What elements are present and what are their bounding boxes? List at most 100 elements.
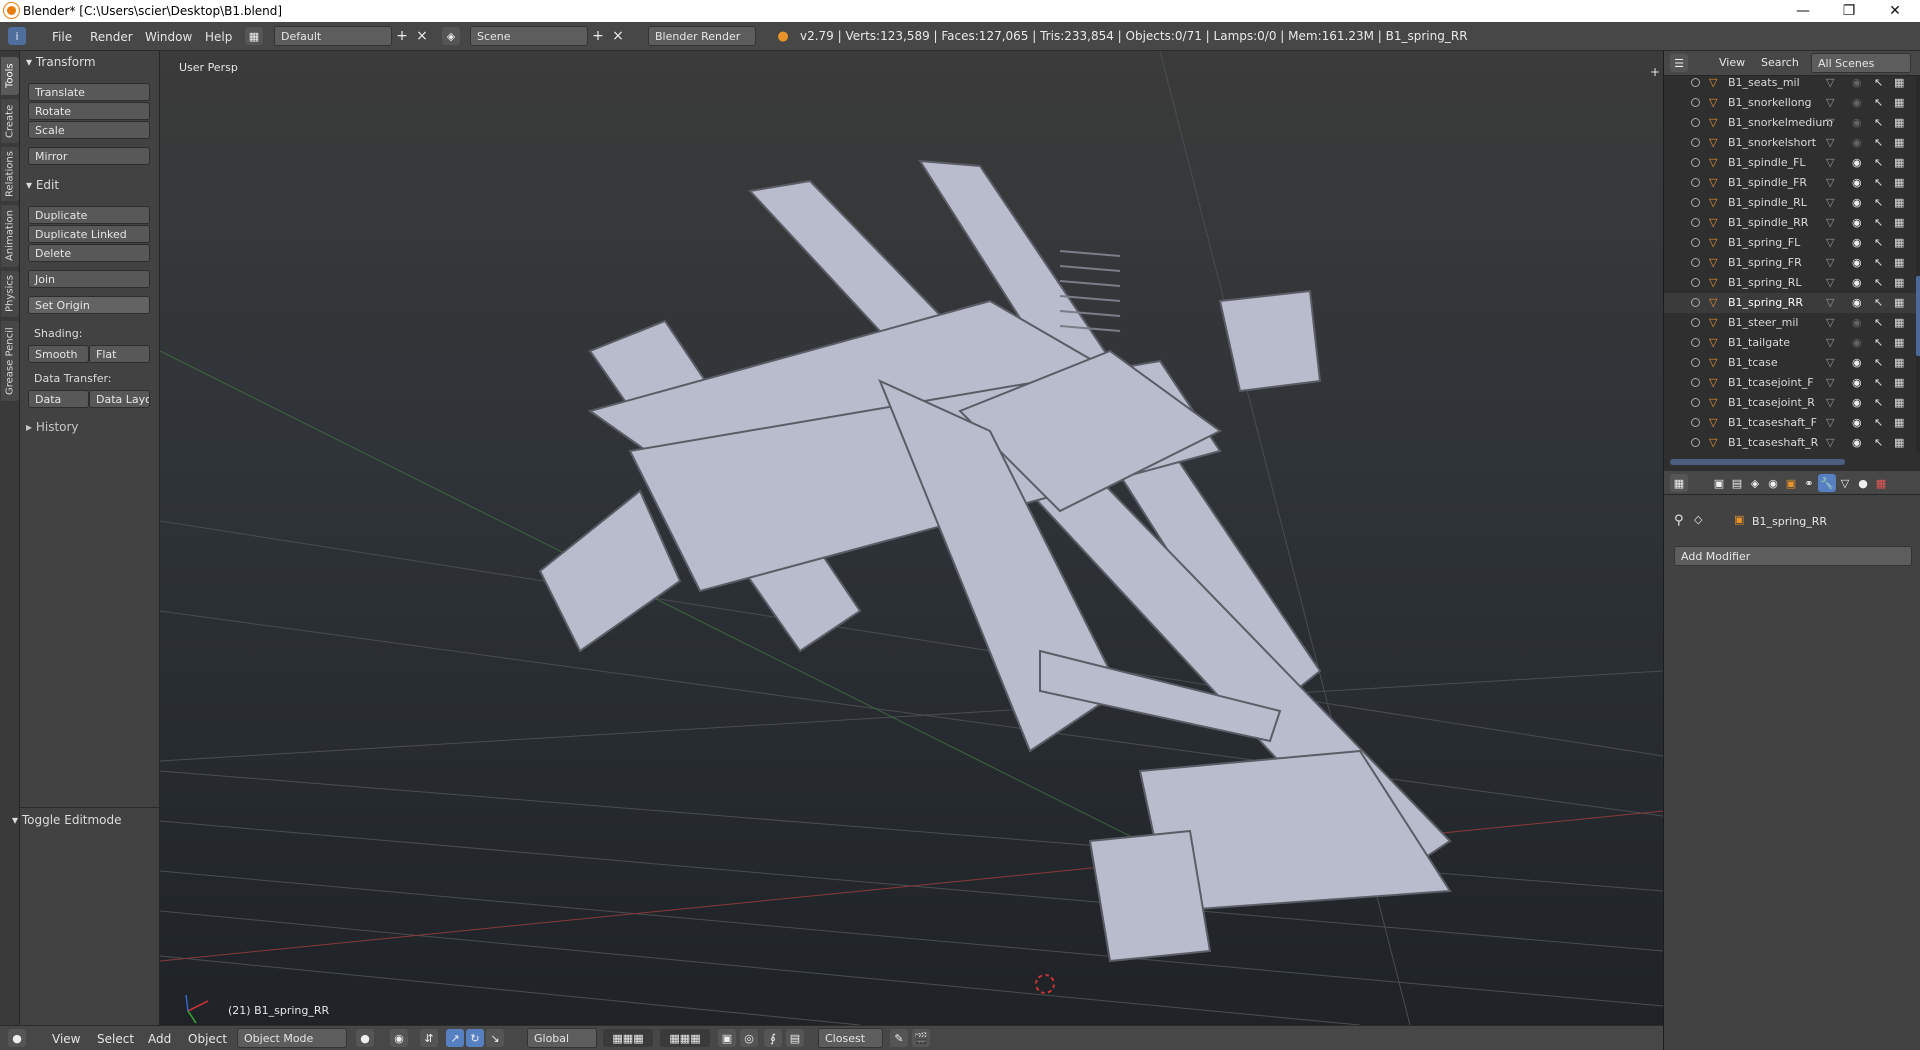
selectability-arrow-icon[interactable]: ↖ [1874, 116, 1883, 129]
scale-manipulator-icon[interactable]: ↘ [486, 1029, 504, 1047]
rotate-manipulator-icon[interactable]: ↻ [466, 1029, 484, 1047]
pin-icon[interactable]: ⚲ [1674, 513, 1684, 528]
visibility-eye-icon[interactable]: ◉ [1852, 356, 1862, 369]
outliner-item[interactable]: ▽ B1_spring_RR ▽ ◉ ↖ ▦ [1664, 293, 1916, 313]
renderability-camera-icon[interactable]: ▦ [1894, 196, 1904, 209]
outliner-hscrollbar[interactable] [1670, 459, 1845, 465]
selectability-arrow-icon[interactable]: ↖ [1874, 196, 1883, 209]
transform-orientation-select[interactable]: Global [527, 1028, 597, 1048]
visibility-eye-icon[interactable]: ◉ [1852, 196, 1862, 209]
restrict-dot-icon[interactable] [1691, 258, 1700, 267]
visibility-eye-icon[interactable]: ◉ [1852, 436, 1862, 449]
selectability-arrow-icon[interactable]: ↖ [1874, 436, 1883, 449]
menu-select[interactable]: Select [97, 1032, 134, 1046]
renderability-camera-icon[interactable]: ▦ [1894, 296, 1904, 309]
tab-tools[interactable]: Tools [1, 57, 19, 95]
renderability-camera-icon[interactable]: ▦ [1894, 156, 1904, 169]
translate-button[interactable]: Translate [28, 83, 150, 101]
transform-panel-header[interactable]: ▾ Transform [26, 55, 96, 69]
translate-manipulator-icon[interactable]: ↗ [446, 1029, 464, 1047]
outliner-item-label[interactable]: B1_spindle_RR [1728, 216, 1808, 229]
restrict-dot-icon[interactable] [1691, 338, 1700, 347]
outliner-item[interactable]: ▽ B1_tcaseshaft_R ▽ ◉ ↖ ▦ [1664, 433, 1916, 453]
visibility-eye-icon[interactable]: ◉ [1852, 76, 1862, 89]
data-transfer-button[interactable]: Data [28, 390, 89, 408]
manipulator-icon[interactable]: ⇵ [420, 1029, 438, 1047]
selectability-arrow-icon[interactable]: ↖ [1874, 236, 1883, 249]
tab-create[interactable]: Create [1, 99, 19, 143]
outliner-item-label[interactable]: B1_tcaseshaft_F [1728, 416, 1817, 429]
duplicate-button[interactable]: Duplicate [28, 206, 150, 224]
selectability-arrow-icon[interactable]: ↖ [1874, 136, 1883, 149]
outliner-item-label[interactable]: B1_snorkellong [1728, 96, 1812, 109]
outliner-item[interactable]: ▽ B1_spring_RL ▽ ◉ ↖ ▦ [1664, 273, 1916, 293]
mode-select[interactable]: Object Mode [237, 1028, 347, 1048]
visibility-eye-icon[interactable]: ◉ [1852, 276, 1862, 289]
renderability-camera-icon[interactable]: ▦ [1894, 176, 1904, 189]
visibility-eye-icon[interactable]: ◉ [1852, 256, 1862, 269]
outliner-item[interactable]: ▽B1_tire_FL▽◉↖▦ [1664, 453, 1916, 454]
scene-tab-icon[interactable]: ◈ [1746, 474, 1764, 492]
outliner-item-label[interactable]: B1_spring_RR [1728, 296, 1803, 309]
snap-target-select[interactable]: Closest [818, 1028, 883, 1048]
outliner-item[interactable]: ▽ B1_tcasejoint_F ▽ ◉ ↖ ▦ [1664, 373, 1916, 393]
selectability-arrow-icon[interactable]: ↖ [1874, 376, 1883, 389]
edit-panel-header[interactable]: ▾ Edit [26, 178, 59, 192]
selectability-arrow-icon[interactable]: ↖ [1874, 256, 1883, 269]
outliner-item[interactable]: ▽ B1_spring_FR ▽ ◉ ↖ ▦ [1664, 253, 1916, 273]
visibility-eye-icon[interactable]: ◉ [1852, 236, 1862, 249]
outliner-item[interactable]: ▽ B1_steer_mil ▽ ◉ ↖ ▦ [1664, 313, 1916, 333]
outliner-item-label[interactable]: B1_snorkelmedium [1728, 116, 1833, 129]
3d-viewport[interactable]: User Persp (21) B1_spring_RR + [160, 51, 1663, 1025]
outliner-item-label[interactable]: B1_spring_RL [1728, 276, 1802, 289]
renderability-camera-icon[interactable]: ▦ [1894, 96, 1904, 109]
outliner-item-label[interactable]: B1_tcaseshaft_R [1728, 436, 1818, 449]
outliner-item-label[interactable]: B1_tcase [1728, 356, 1778, 369]
proportional-edit-icon[interactable]: ◎ [740, 1029, 758, 1047]
outliner-item[interactable]: ▽ B1_spindle_RR ▽ ◉ ↖ ▦ [1664, 213, 1916, 233]
outliner-item[interactable]: ▽ B1_tcasejoint_R ▽ ◉ ↖ ▦ [1664, 393, 1916, 413]
delete-button[interactable]: Delete [28, 244, 150, 262]
restrict-dot-icon[interactable] [1691, 398, 1700, 407]
screen-layout-icon[interactable]: ▦ [245, 27, 263, 45]
texture-tab-icon[interactable]: ▦ [1872, 474, 1890, 492]
outliner-item[interactable]: ▽ B1_snorkelshort ▽ ◉ ↖ ▦ [1664, 133, 1916, 153]
visibility-eye-icon[interactable]: ◉ [1852, 136, 1862, 149]
renderability-camera-icon[interactable]: ▦ [1894, 356, 1904, 369]
menu-render[interactable]: Render [90, 30, 133, 44]
outliner-scroll-thumb[interactable] [1916, 276, 1920, 356]
restrict-dot-icon[interactable] [1691, 78, 1700, 87]
minimize-icon[interactable]: — [1780, 0, 1826, 22]
selectability-arrow-icon[interactable]: ↖ [1874, 296, 1883, 309]
renderability-camera-icon[interactable]: ▦ [1894, 76, 1904, 89]
visibility-eye-icon[interactable]: ◉ [1852, 96, 1862, 109]
renderability-camera-icon[interactable]: ▦ [1894, 136, 1904, 149]
smooth-button[interactable]: Smooth [28, 345, 89, 363]
scale-button[interactable]: Scale [28, 121, 150, 139]
selectability-arrow-icon[interactable]: ↖ [1874, 176, 1883, 189]
renderability-camera-icon[interactable]: ▦ [1894, 376, 1904, 389]
snap-element-icon[interactable]: ▤ [786, 1029, 804, 1047]
outliner-item-label[interactable]: B1_snorkelshort [1728, 136, 1816, 149]
set-origin-dropdown[interactable]: Set Origin [28, 296, 150, 314]
selectability-arrow-icon[interactable]: ↖ [1874, 76, 1883, 89]
scene-field[interactable]: Scene [470, 26, 588, 46]
visibility-eye-icon[interactable]: ◉ [1852, 116, 1862, 129]
renderability-camera-icon[interactable]: ▦ [1894, 436, 1904, 449]
selectability-arrow-icon[interactable]: ↖ [1874, 336, 1883, 349]
restrict-dot-icon[interactable] [1691, 98, 1700, 107]
visibility-eye-icon[interactable]: ◉ [1852, 396, 1862, 409]
selectability-arrow-icon[interactable]: ↖ [1874, 96, 1883, 109]
viewport-shading-icon[interactable]: ● [356, 1029, 374, 1047]
selectability-arrow-icon[interactable]: ↖ [1874, 416, 1883, 429]
selectability-arrow-icon[interactable]: ↖ [1874, 356, 1883, 369]
menu-object[interactable]: Object [188, 1032, 227, 1046]
layers-grid-2-icon[interactable]: ▦▦▦ [660, 1029, 710, 1047]
menu-help[interactable]: Help [205, 30, 232, 44]
outliner-editor-icon[interactable]: ☰ [1670, 54, 1688, 72]
visibility-eye-icon[interactable]: ◉ [1852, 156, 1862, 169]
viewport-editor-icon[interactable]: ● [8, 1029, 26, 1047]
tab-grease-pencil[interactable]: Grease Pencil [1, 321, 19, 401]
render-layers-tab-icon[interactable]: ▤ [1728, 474, 1746, 492]
renderability-camera-icon[interactable]: ▦ [1894, 416, 1904, 429]
